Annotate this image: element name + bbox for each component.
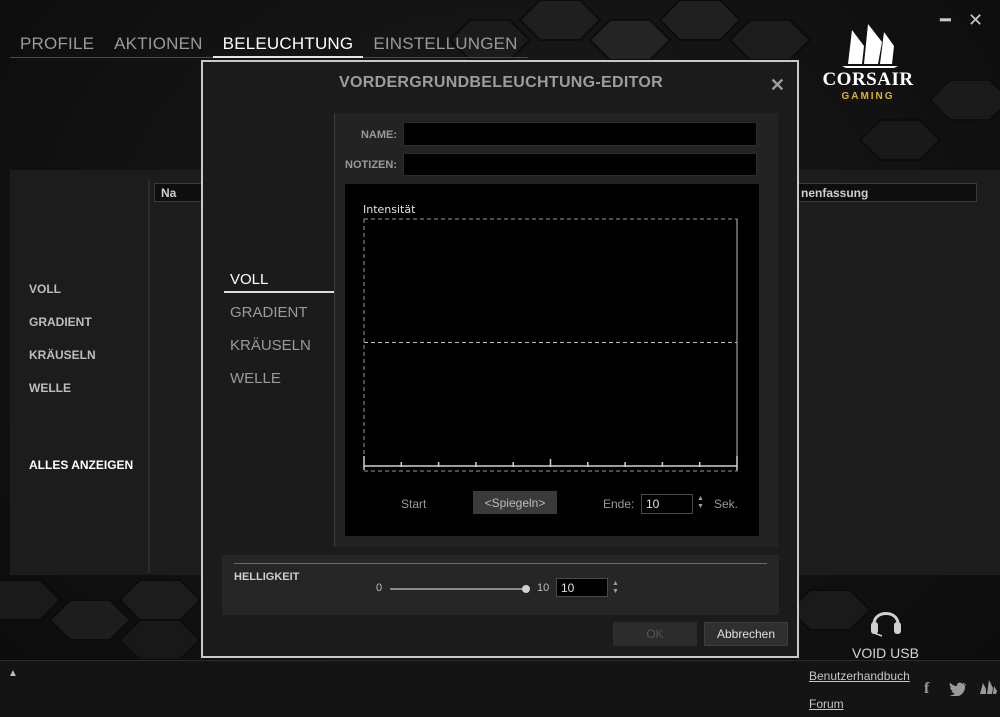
lighting-editor-dialog: VORDERGRUNDBELEUCHTUNG-EDITOR ✕ VOLL GRA… [201, 60, 799, 658]
brightness-divider [234, 563, 767, 564]
show-all-button[interactable]: ALLES ANZEIGEN [29, 458, 133, 472]
editor-panel: NAME: NOTIZEN: Intensität Start <Spiegel… [334, 113, 778, 547]
dialog-title: VORDERGRUNDBELEUCHTUNG-EDITOR [339, 74, 663, 91]
effect-welle[interactable]: WELLE [29, 381, 71, 395]
column-header-summary: nenfassung [798, 183, 977, 202]
intensity-graph-canvas[interactable] [345, 184, 759, 536]
name-label: NAME: [360, 129, 397, 141]
intensity-graph: Intensität Start <Spiegeln> Ende: ▲▼ Sek… [345, 184, 759, 536]
type-voll[interactable]: VOLL [230, 271, 268, 288]
brand-subtitle: GAMING [841, 91, 895, 102]
facebook-icon[interactable]: f [924, 680, 929, 698]
minimize-icon[interactable]: ━ [940, 10, 951, 31]
brightness-input[interactable] [556, 578, 608, 597]
start-label: Start [401, 497, 427, 511]
tab-einstellungen[interactable]: EINSTELLUNGEN [363, 30, 528, 58]
close-window-icon[interactable]: ✕ [968, 10, 983, 31]
brand-name: CORSAIR [822, 69, 914, 90]
brightness-panel: HELLIGKEIT 0 10 ▲▼ [222, 555, 779, 615]
end-label: Ende: [603, 497, 635, 511]
intensity-label: Intensität [363, 203, 416, 216]
active-type-underline [224, 291, 334, 293]
effect-kraeuseln[interactable]: KRÄUSELN [29, 348, 96, 362]
column-header-name: Na [154, 183, 202, 202]
time-ticks [363, 456, 738, 470]
close-icon[interactable]: ✕ [770, 75, 785, 96]
seconds-unit: Sek. [714, 497, 739, 511]
mirror-button[interactable]: <Spiegeln> [473, 491, 557, 514]
panel-divider [148, 180, 150, 573]
type-gradient[interactable]: GRADIENT [230, 304, 308, 321]
sails-icon [842, 24, 898, 68]
device-name[interactable]: VOID USB [852, 645, 919, 661]
end-duration-input[interactable] [641, 494, 693, 514]
effect-gradient[interactable]: GRADIENT [29, 315, 92, 329]
forum-link[interactable]: Forum [809, 697, 844, 711]
brightness-stepper[interactable]: ▲ ▼ [612, 580, 619, 596]
graph-frame [363, 218, 738, 472]
expand-arrow-icon[interactable]: ▲ [8, 668, 18, 679]
notes-label: NOTIZEN: [345, 159, 397, 171]
effect-voll[interactable]: VOLL [29, 282, 61, 296]
notes-input[interactable] [403, 153, 757, 176]
type-welle[interactable]: WELLE [230, 370, 281, 387]
brightness-max: 10 [537, 582, 550, 594]
ok-button[interactable]: OK [613, 622, 697, 646]
tab-profile[interactable]: PROFILE [10, 30, 105, 58]
twitter-icon[interactable] [949, 682, 967, 696]
headset-icon[interactable] [866, 600, 906, 640]
brightness-label: HELLIGKEIT [234, 571, 300, 583]
brightness-slider[interactable] [390, 585, 530, 593]
manual-link[interactable]: Benutzerhandbuch [809, 669, 910, 683]
brightness-slider-thumb[interactable] [522, 585, 530, 593]
brightness-min: 0 [376, 582, 383, 594]
tab-beleuchtung[interactable]: BELEUCHTUNG [212, 30, 364, 58]
corsair-icon[interactable] [977, 680, 997, 696]
type-kraeuseln[interactable]: KRÄUSELN [230, 337, 311, 354]
end-duration-stepper[interactable]: ▲ ▼ [697, 495, 704, 511]
tab-aktionen[interactable]: AKTIONEN [104, 30, 213, 58]
name-input[interactable] [403, 122, 757, 146]
cancel-button[interactable]: Abbrechen [704, 622, 788, 646]
main-nav: PROFILE AKTIONEN BELEUCHTUNG EINSTELLUNG… [10, 30, 528, 58]
corsair-logo: CORSAIR GAMING [812, 20, 924, 110]
